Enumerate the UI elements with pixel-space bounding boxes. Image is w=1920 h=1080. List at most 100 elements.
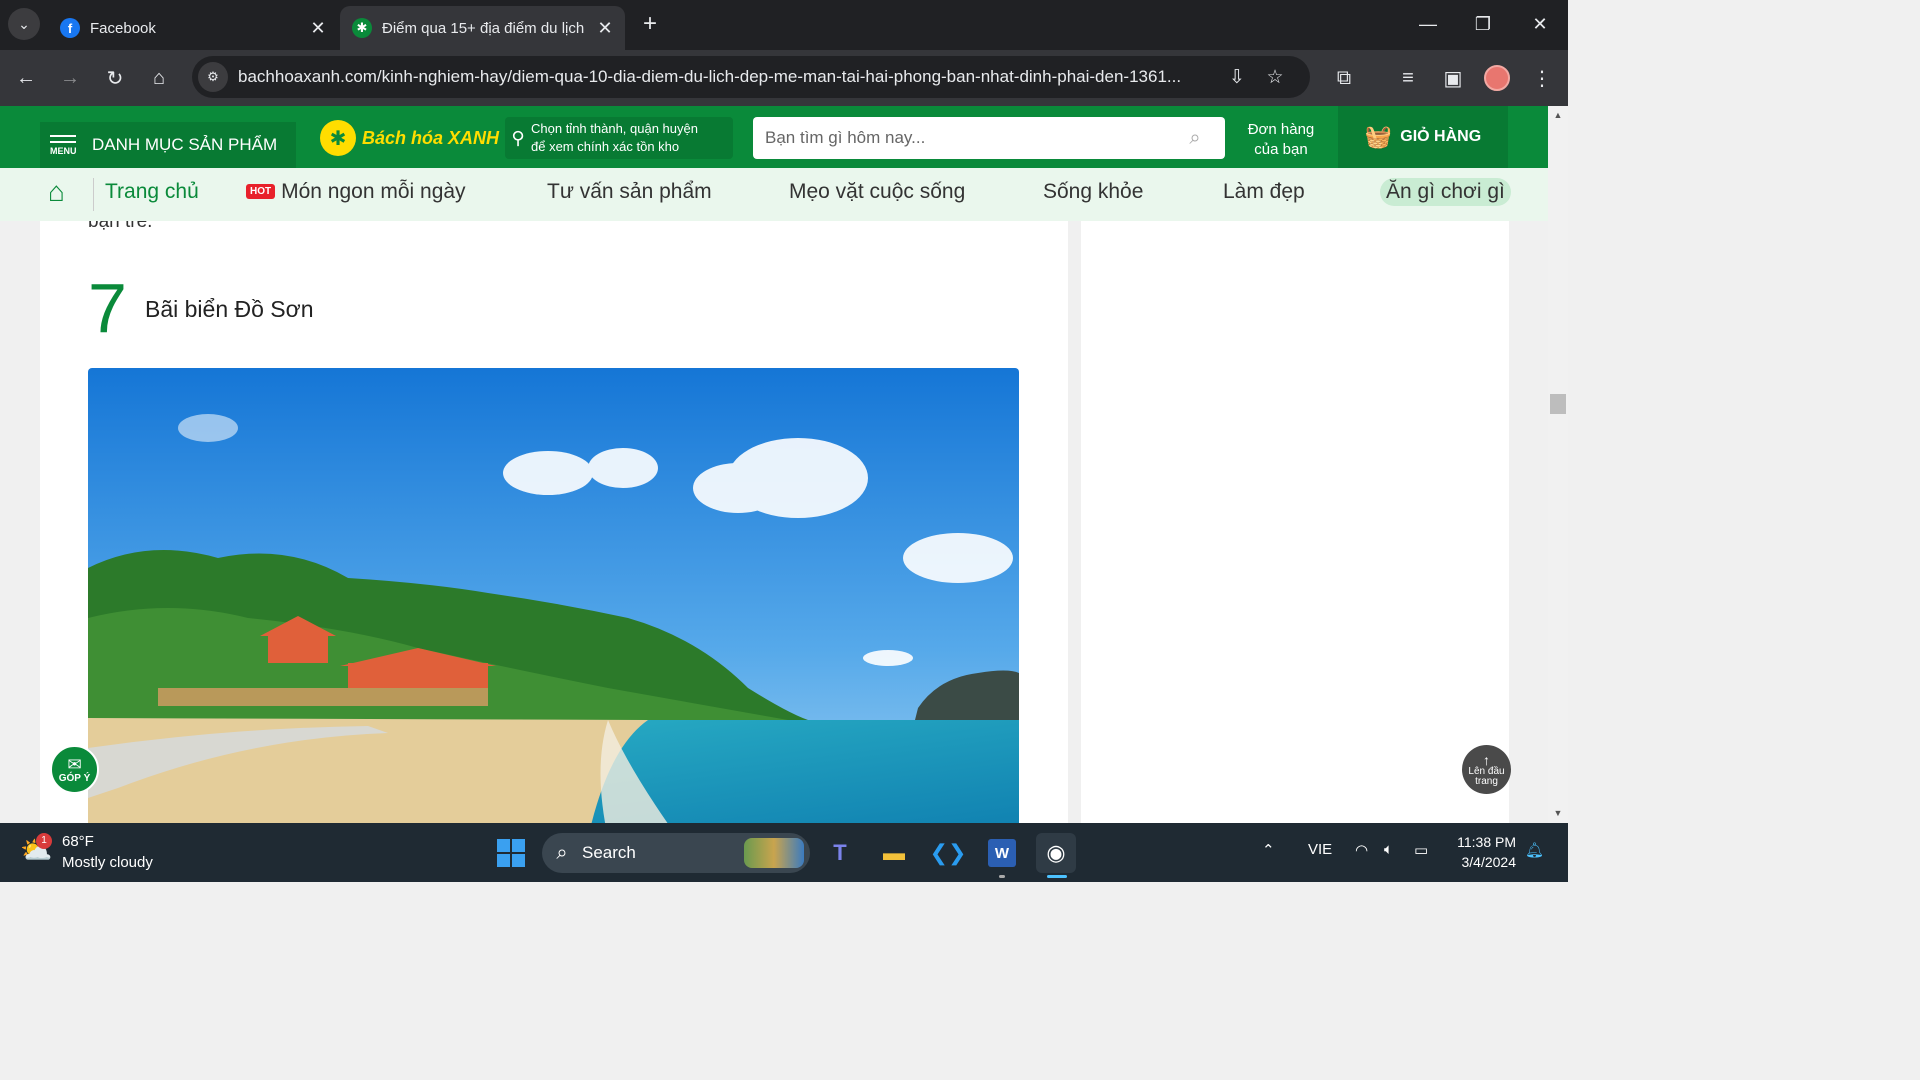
nav-mon-ngon[interactable]: HOT Món ngon mỗi ngày <box>246 180 466 204</box>
home-icon[interactable]: ⌂ <box>143 62 175 94</box>
bookmark-star-icon[interactable]: ☆ <box>1256 66 1294 89</box>
scroll-down-icon[interactable]: ▼ <box>1548 808 1568 818</box>
close-window-button[interactable]: ✕ <box>1520 8 1560 40</box>
running-indicator <box>999 875 1005 878</box>
wifi-icon[interactable]: ◠ <box>1355 841 1368 859</box>
location-picker[interactable]: ⚲ Chọn tỉnh thành, quận huyện để xem chí… <box>505 117 733 159</box>
forward-icon[interactable]: → <box>54 62 86 94</box>
beach-photo <box>88 368 1019 823</box>
battery-icon[interactable]: ▭ <box>1414 841 1428 859</box>
file-explorer-icon[interactable]: ▬ <box>874 833 914 873</box>
nav-lam-dep[interactable]: Làm đẹp <box>1223 180 1305 204</box>
word-icon[interactable]: W <box>988 839 1016 867</box>
arrow-up-icon: ↑ <box>1483 751 1490 768</box>
search-input[interactable] <box>765 128 1175 148</box>
tab-article[interactable]: ✱ Điểm qua 15+ địa điểm du lịch ✕ <box>340 6 625 50</box>
category-nav: ⌂ Trang chủ HOT Món ngon mỗi ngày Tư vấn … <box>0 168 1548 221</box>
section-number: 7 <box>88 269 127 347</box>
scroll-thumb[interactable] <box>1550 394 1566 414</box>
nav-tu-van[interactable]: Tư vấn sản phẩm <box>547 180 712 204</box>
cloud-sun-icon: ⛅ 1 <box>20 833 53 865</box>
install-app-icon[interactable]: ⇩ <box>1218 66 1256 89</box>
search-icon[interactable]: ⌕ <box>1175 127 1215 150</box>
windows-icon <box>497 839 525 867</box>
to-top-line2: trang <box>1475 775 1498 787</box>
notification-bell-icon[interactable]: 🔔︎ <box>1525 841 1544 859</box>
cart-label: GIỎ HÀNG <box>1400 128 1482 145</box>
cart-button[interactable]: 🧺 GIỎ HÀNG <box>1338 106 1508 168</box>
category-menu-button[interactable]: MENU DANH MỤC SẢN PHẨM <box>40 122 296 168</box>
back-to-top-button[interactable]: ↑ Lên đầu trang <box>1462 745 1511 794</box>
more-menu-icon[interactable]: ⋮ <box>1526 62 1558 94</box>
teams-icon[interactable]: T <box>820 833 860 873</box>
search-highlight-image <box>744 838 804 868</box>
facebook-icon: f <box>60 18 80 38</box>
chevron-up-icon[interactable]: ⌃ <box>1262 841 1275 859</box>
section-title: Bãi biển Đồ Sơn <box>145 296 314 322</box>
bachhoaxanh-icon: ✱ <box>352 18 372 38</box>
tab-search-button[interactable]: ⌄ <box>8 8 40 40</box>
tab-title: Điểm qua 15+ địa điểm du lịch <box>382 19 585 37</box>
search-icon: ⌕ <box>556 841 568 864</box>
orders-line1: Đơn hàng <box>1247 121 1315 138</box>
tab-facebook[interactable]: f Facebook ✕ <box>48 8 338 48</box>
orders-link[interactable]: Đơn hàng của bạn <box>1240 120 1322 159</box>
minimize-button[interactable]: — <box>1408 8 1448 40</box>
side-panel-icon[interactable]: ▣ <box>1437 62 1469 94</box>
site-header: MENU DANH MỤC SẢN PHẨM ✱ Bách hóa XANH ⚲… <box>0 106 1548 168</box>
to-top-line1: Lên đầu <box>1468 765 1505 777</box>
browser-toolbar: ← → ↻ ⌂ ⚙ bachhoaxanh.com/kinh-nghiem-ha… <box>0 50 1568 106</box>
site-logo[interactable]: ✱ Bách hóa XANH <box>320 120 499 156</box>
feedback-label: GÓP Ý <box>58 772 91 784</box>
location-line1: Chọn tỉnh thành, quận huyện <box>531 121 698 137</box>
nav-label: Món ngon mỗi ngày <box>281 180 466 203</box>
feedback-button[interactable]: ✉ GÓP Ý <box>50 745 99 794</box>
article-text: bạn trẻ. <box>88 221 153 232</box>
start-button[interactable] <box>491 833 531 873</box>
active-indicator <box>1047 875 1067 878</box>
taskbar: ⛅ 1 68°F Mostly cloudy ⌕ Search T ▬ ❮❯ W … <box>0 823 1568 882</box>
weather-widget[interactable]: ⛅ 1 68°F Mostly cloudy <box>20 831 153 873</box>
close-icon[interactable]: ✕ <box>593 18 617 39</box>
chrome-icon[interactable]: ◉ <box>1036 833 1076 873</box>
site-search[interactable]: ⌕ <box>753 117 1225 159</box>
clock-time: 11:38 PM <box>1457 834 1516 850</box>
restore-button[interactable]: ❐ <box>1463 8 1503 40</box>
right-sidebar <box>1081 221 1509 823</box>
clock[interactable]: 11:38 PM 3/4/2024 <box>1450 832 1516 873</box>
url-text[interactable]: bachhoaxanh.com/kinh-nghiem-hay/diem-qua… <box>238 67 1218 87</box>
basket-icon: 🧺 <box>1364 124 1393 149</box>
weather-desc: Mostly cloudy <box>62 854 153 871</box>
close-icon[interactable]: ✕ <box>306 18 330 39</box>
nav-meo-vat[interactable]: Mẹo vặt cuộc sống <box>789 180 965 204</box>
media-control-icon[interactable]: ≡ <box>1392 62 1424 94</box>
envelope-icon: ✉ <box>67 754 82 774</box>
nav-an-gi-choi-gi[interactable]: Ăn gì chơi gì <box>1380 178 1511 206</box>
vscode-icon[interactable]: ❮❯ <box>928 833 968 873</box>
orders-line2: của bạn <box>1254 140 1308 158</box>
extensions-icon[interactable]: ⧉ <box>1328 62 1360 94</box>
clock-date: 3/4/2024 <box>1461 854 1517 871</box>
menu-label: DANH MỤC SẢN PHẨM <box>92 135 278 154</box>
address-bar[interactable]: ⚙ bachhoaxanh.com/kinh-nghiem-hay/diem-q… <box>192 56 1310 98</box>
back-icon[interactable]: ← <box>10 62 42 94</box>
new-tab-button[interactable]: + <box>636 10 664 38</box>
page-scrollbar[interactable]: ▲ ▼ <box>1548 106 1568 823</box>
profile-avatar[interactable] <box>1484 65 1510 91</box>
hamburger-icon: MENU <box>50 134 80 156</box>
home-icon[interactable]: ⌂ <box>48 176 65 208</box>
divider <box>93 178 94 211</box>
site-info-icon[interactable]: ⚙ <box>198 62 228 92</box>
location-line2: để xem chính xác tồn kho <box>531 139 680 154</box>
scroll-up-icon[interactable]: ▲ <box>1548 110 1568 120</box>
nav-home[interactable]: Trang chủ <box>105 180 199 204</box>
search-label: Search <box>582 843 636 862</box>
volume-icon[interactable]: 🔈︎ <box>1384 841 1393 858</box>
taskbar-search[interactable]: ⌕ Search <box>542 833 810 873</box>
nav-song-khoe[interactable]: Sống khỏe <box>1043 180 1143 204</box>
beach-illustration <box>88 368 1019 823</box>
notification-badge: 1 <box>36 833 52 849</box>
language-indicator[interactable]: VIE <box>1308 841 1332 858</box>
reload-icon[interactable]: ↻ <box>99 62 131 94</box>
map-pin-icon: ⚲ <box>511 127 525 148</box>
